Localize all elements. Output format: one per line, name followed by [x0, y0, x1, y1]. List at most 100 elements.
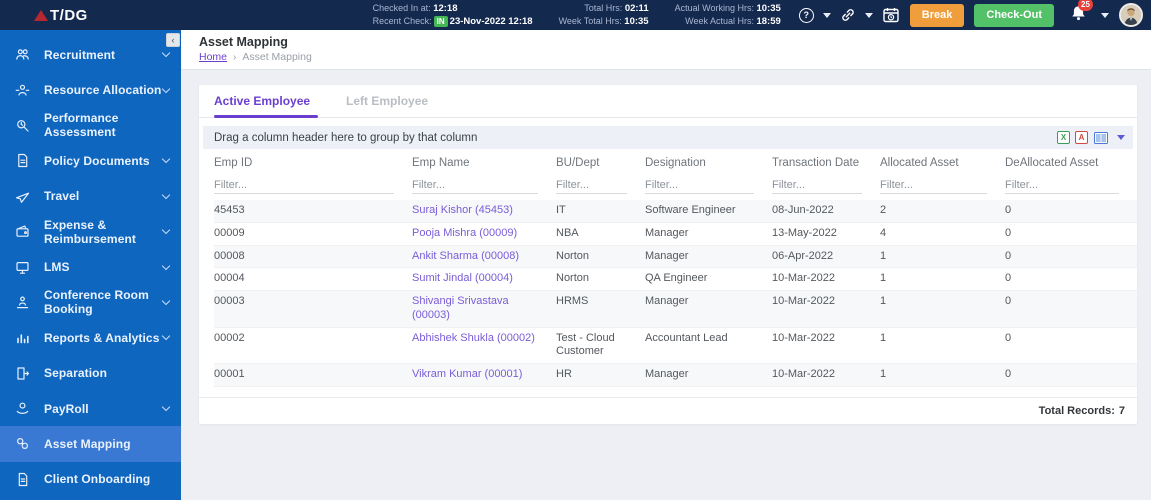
- sidebar-item-expense-reimbursement[interactable]: Expense & Reimbursement: [0, 214, 181, 249]
- brand-logo[interactable]: T/DG: [34, 7, 88, 24]
- sidebar-item-resource-allocation[interactable]: Resource Allocation: [0, 72, 181, 107]
- table-row: 00008 Ankit Sharma (00008) Norton Manage…: [214, 245, 1137, 269]
- separation-door-icon: [14, 365, 30, 381]
- cell-bu-dept: NBA: [556, 226, 579, 239]
- tab-left-employee[interactable]: Left Employee: [346, 94, 442, 117]
- cell-allocated: 4: [880, 226, 887, 239]
- asset-mapping-card: Active Employee Left Employee Drag a col…: [199, 85, 1137, 424]
- profile-dropdown-caret-icon[interactable]: [1101, 12, 1109, 18]
- filter-input-emp-id[interactable]: [214, 177, 394, 194]
- cell-allocated: 1: [880, 368, 887, 380]
- column-chooser-icon[interactable]: [1093, 131, 1109, 145]
- cell-emp-name-link[interactable]: Suraj Kishor (45453): [412, 200, 556, 222]
- cell-emp-id: 00008: [214, 249, 245, 262]
- sidebar-item-label: Reports & Analytics: [44, 330, 160, 345]
- table-row: 00009 Pooja Mishra (00009) NBA Manager 1…: [214, 223, 1137, 246]
- filter-input-bu-dept[interactable]: [556, 177, 627, 194]
- filter-input-transaction-date[interactable]: [772, 177, 862, 194]
- app-root: T/DG Checked In at: 12:18 Recent Check: I…: [0, 0, 1151, 500]
- cell-allocated: 1: [880, 331, 887, 344]
- sidebar-item-performance-assessment[interactable]: Performance Assessment: [0, 108, 181, 143]
- cell-emp-name-link[interactable]: Shivangi Srivastava (00003): [412, 291, 556, 327]
- checkout-button[interactable]: Check-Out: [974, 3, 1054, 27]
- export-excel-icon[interactable]: X: [1057, 131, 1070, 144]
- notifications-bell[interactable]: 25: [1070, 0, 1093, 27]
- client-onboarding-icon: [14, 471, 30, 487]
- export-pdf-icon[interactable]: A: [1075, 131, 1088, 144]
- sidebar-item-label: Resource Allocation: [44, 83, 162, 98]
- cell-emp-name-link[interactable]: Abhishek Shukla (00002): [412, 328, 556, 350]
- cell-designation: Manager: [645, 226, 689, 239]
- cell-transaction-date: 13-May-2022: [772, 226, 837, 239]
- sidebar-item-asset-mapping[interactable]: Asset Mapping: [0, 426, 181, 462]
- in-status-badge: IN: [433, 16, 448, 27]
- sidebar-item-label: Separation: [44, 366, 108, 381]
- column-header-allocated-asset[interactable]: Allocated Asset: [880, 149, 1005, 173]
- column-header-emp-id[interactable]: Emp ID: [214, 149, 412, 173]
- filter-input-allocated-asset[interactable]: [880, 177, 987, 194]
- table-row: 00002 Abhishek Shukla (00002) Test - Clo…: [214, 328, 1137, 364]
- grid-menu-caret-icon[interactable]: [1117, 135, 1125, 140]
- user-avatar[interactable]: [1119, 3, 1143, 27]
- cell-bu-dept: Test - Cloud Customer: [556, 331, 615, 358]
- cell-bu-dept: HRMS: [556, 295, 589, 307]
- tab-active-employee[interactable]: Active Employee: [214, 94, 324, 118]
- break-button[interactable]: Break: [909, 3, 965, 27]
- sidebar-item-payroll[interactable]: PayRoll: [0, 391, 181, 426]
- resource-allocation-icon: [14, 82, 30, 98]
- week-total-hrs-value: 10:35: [624, 16, 649, 27]
- sidebar-item-label: Asset Mapping: [44, 436, 131, 451]
- cell-emp-name-link[interactable]: Ankit Sharma (00008): [412, 246, 556, 268]
- cell-deallocated: 0: [1005, 272, 1012, 285]
- total-records-label: Total Records:: [1038, 405, 1115, 417]
- sidebar-item-reports-analytics[interactable]: Reports & Analytics: [0, 320, 181, 355]
- cell-emp-name-link[interactable]: Pooja Mishra (00009): [412, 223, 556, 245]
- asset-grid: Emp ID Emp Name BU/Dept Designation Tran…: [199, 149, 1137, 387]
- sidebar-collapse-button[interactable]: ‹: [166, 33, 180, 47]
- column-header-designation[interactable]: Designation: [645, 149, 772, 173]
- grid-group-panel[interactable]: Drag a column header here to group by th…: [203, 126, 1133, 149]
- filter-input-deallocated-asset[interactable]: [1005, 177, 1119, 194]
- link-dropdown-caret-icon[interactable]: [864, 12, 873, 18]
- chevron-down-icon: [161, 296, 171, 306]
- chevron-down-icon: [161, 402, 171, 412]
- performance-assessment-icon: [14, 117, 30, 133]
- cell-deallocated: 0: [1005, 331, 1012, 344]
- sidebar-item-separation[interactable]: Separation: [0, 356, 181, 391]
- sidebar-item-policy-documents[interactable]: Policy Documents: [0, 143, 181, 178]
- topbar: T/DG Checked In at: 12:18 Recent Check: I…: [0, 0, 1151, 30]
- link-icon[interactable]: [840, 7, 856, 23]
- reports-analytics-icon: [14, 330, 30, 346]
- sidebar-item-label: Travel: [44, 189, 80, 204]
- conference-room-icon: [14, 294, 30, 310]
- cell-emp-id: 00004: [214, 272, 245, 285]
- checked-in-value: 12:18: [433, 3, 458, 14]
- sidebar-item-lms[interactable]: LMS: [0, 249, 181, 284]
- calendar-clock-icon[interactable]: [882, 6, 900, 24]
- column-header-emp-name[interactable]: Emp Name: [412, 149, 556, 173]
- column-header-deallocated-asset[interactable]: DeAllocated Asset: [1005, 149, 1137, 173]
- cell-deallocated: 0: [1005, 249, 1012, 262]
- help-dropdown-caret-icon[interactable]: [822, 12, 831, 18]
- filter-input-emp-name[interactable]: [412, 177, 538, 194]
- recent-check-value: 23-Nov-2022 12:18: [449, 16, 533, 27]
- breadcrumb-home-link[interactable]: Home: [199, 51, 227, 63]
- sidebar-item-travel[interactable]: Travel: [0, 179, 181, 214]
- notification-count-badge: 25: [1078, 0, 1093, 11]
- cell-emp-name-link[interactable]: Vikram Kumar (00001): [412, 364, 556, 386]
- column-header-bu-dept[interactable]: BU/Dept: [556, 149, 645, 173]
- help-icon[interactable]: ?: [798, 7, 814, 23]
- chevron-down-icon: [161, 84, 171, 93]
- filter-input-designation[interactable]: [645, 177, 754, 194]
- chevron-down-icon: [161, 332, 171, 341]
- sidebar-item-conference-room-booking[interactable]: Conference Room Booking: [0, 285, 181, 320]
- table-row: 00004 Sumit Jindal (00004) Norton QA Eng…: [214, 268, 1137, 291]
- table-row: 45453 Suraj Kishor (45453) IT Software E…: [214, 200, 1137, 223]
- column-header-transaction-date[interactable]: Transaction Date: [772, 149, 880, 173]
- grid-footer: Total Records: 7: [199, 397, 1137, 424]
- breadcrumb-current: Asset Mapping: [242, 51, 312, 63]
- sidebar-item-client-onboarding[interactable]: Client Onboarding: [0, 462, 181, 497]
- cell-emp-name-link[interactable]: Sumit Jindal (00004): [412, 268, 556, 290]
- sidebar-item-recruitment[interactable]: Recruitment: [0, 37, 181, 72]
- lms-icon: [14, 259, 30, 275]
